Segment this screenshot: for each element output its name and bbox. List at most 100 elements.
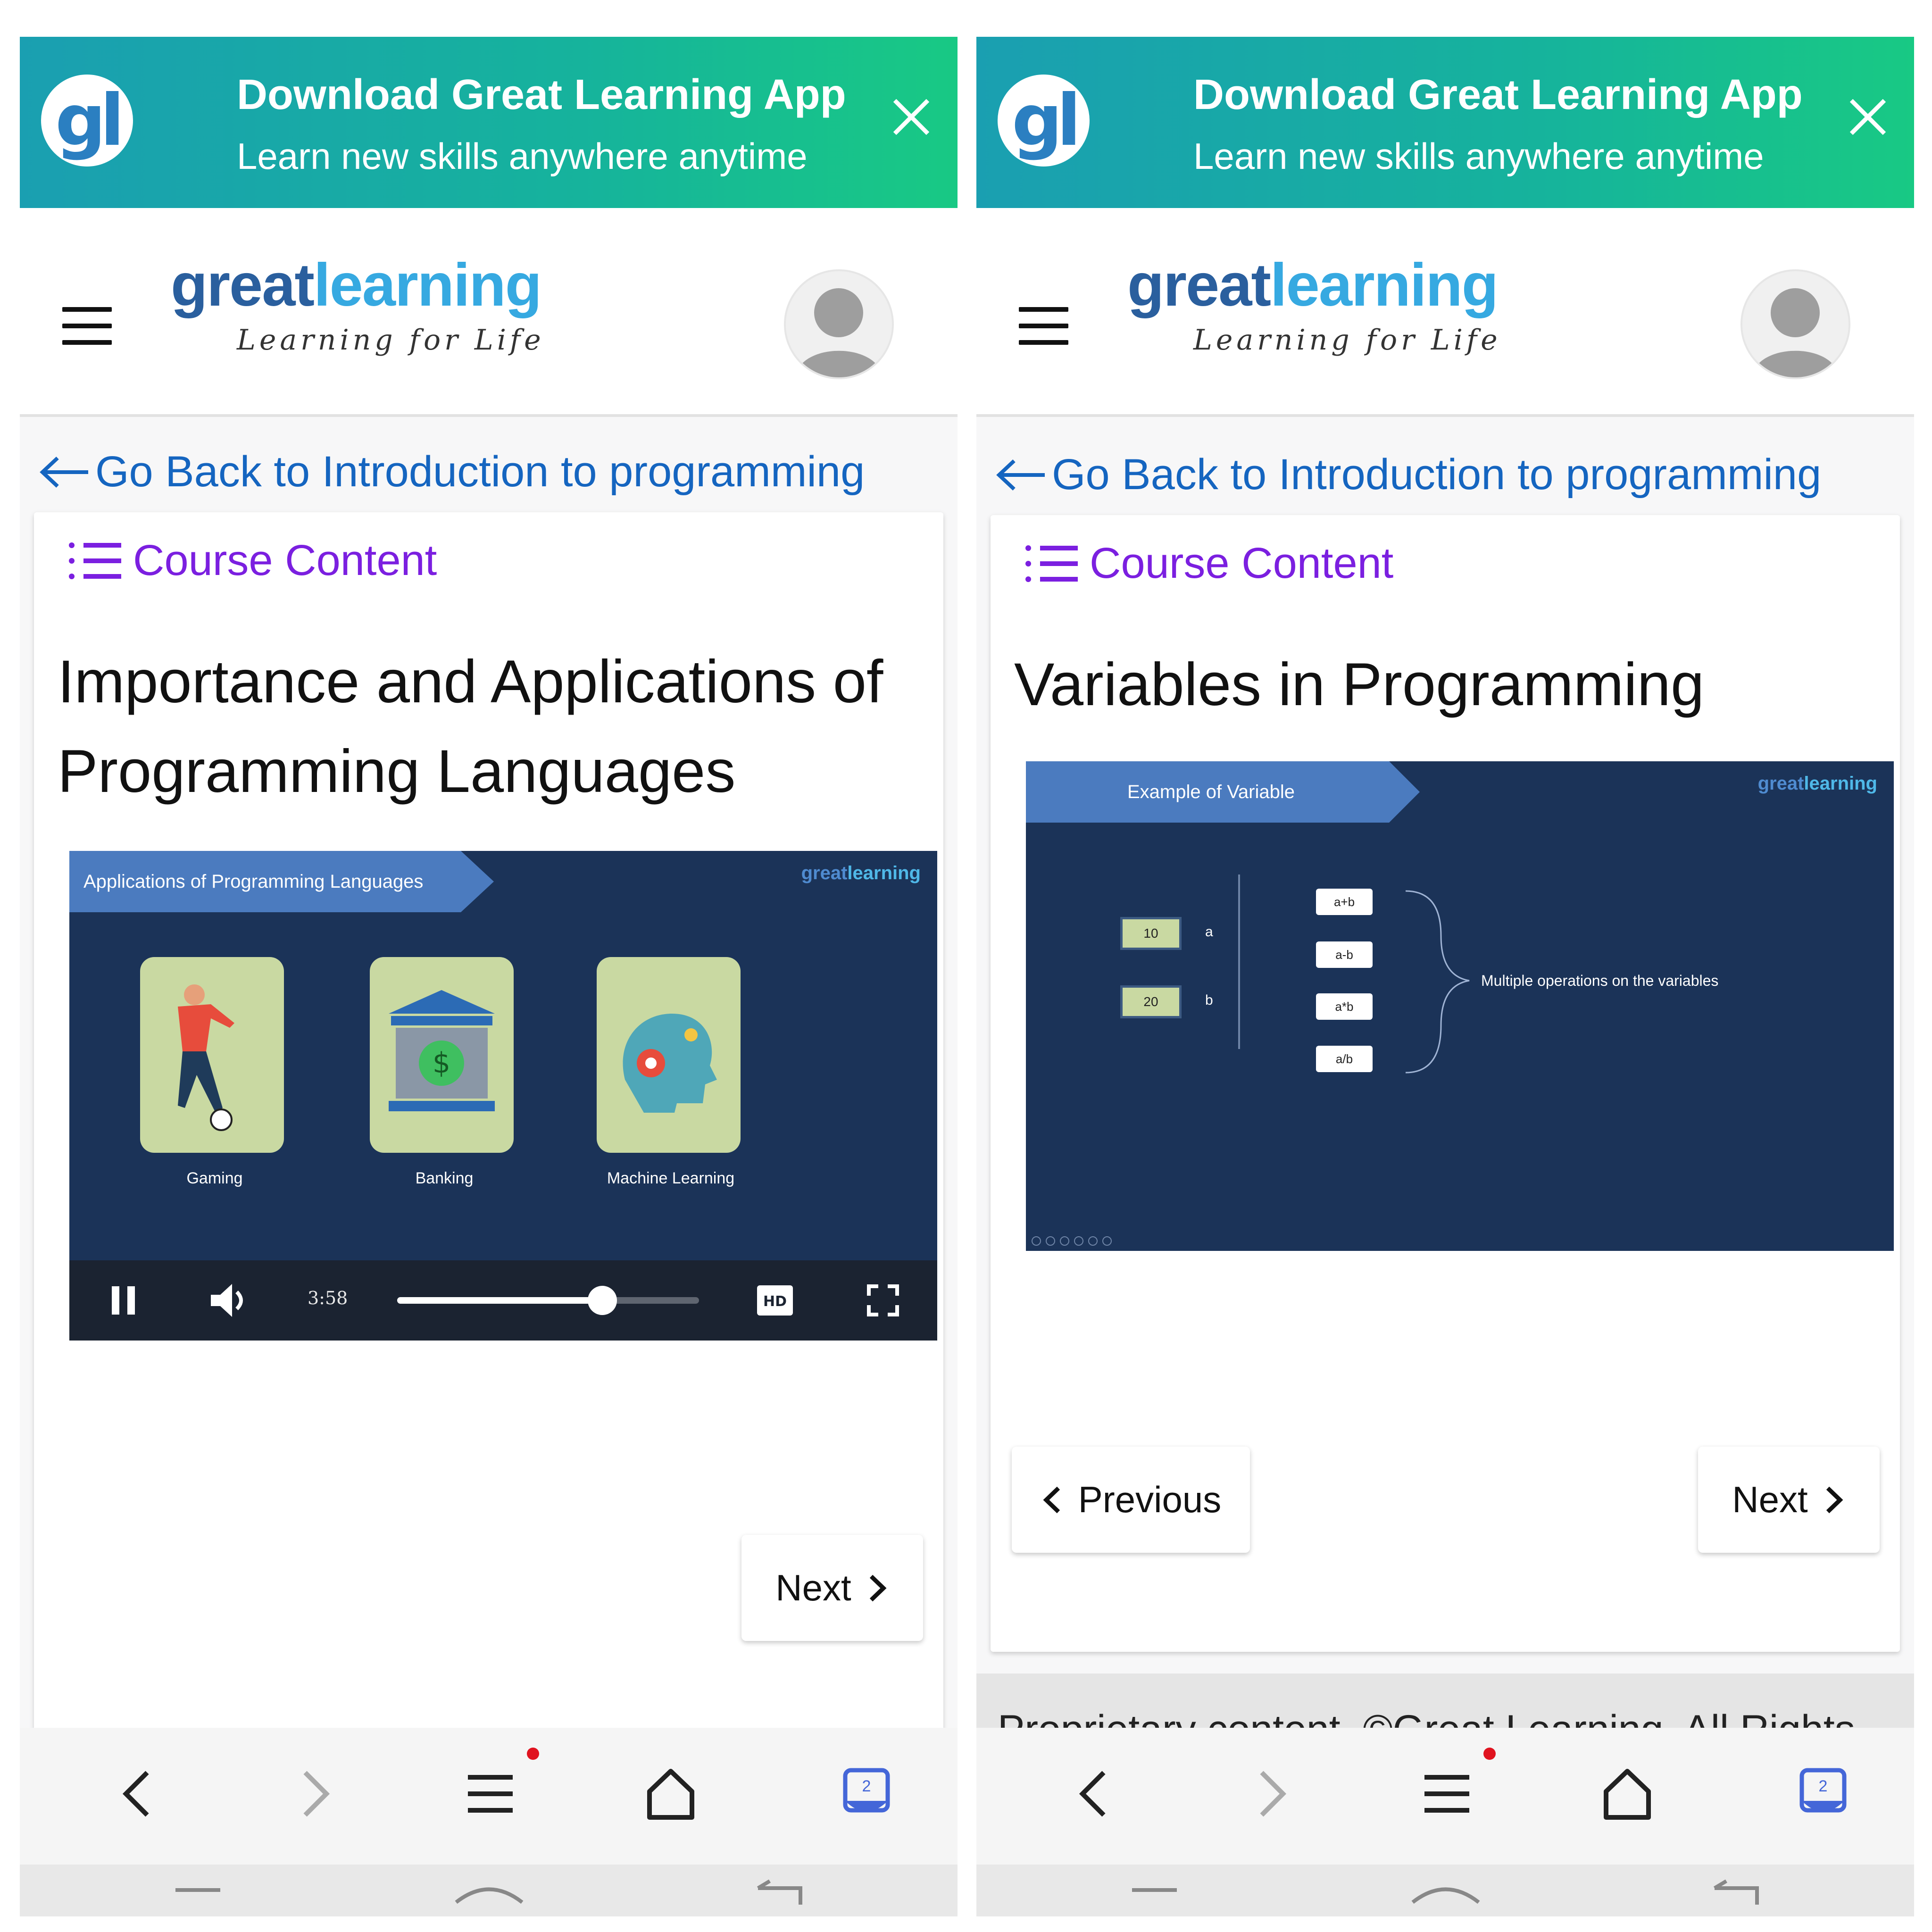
football-player-icon xyxy=(178,984,234,1131)
back-nav-icon[interactable] xyxy=(1710,1879,1766,1907)
avatar-icon xyxy=(795,288,883,377)
avatar[interactable] xyxy=(784,269,894,379)
logo-great: great xyxy=(171,251,315,319)
slide-toolbar-icons[interactable] xyxy=(1031,1235,1134,1247)
slide-banner-title: Applications of Programming Languages xyxy=(83,871,424,892)
logo-learning: learning xyxy=(1270,251,1499,319)
back-link-label: Go Back to Introduction to programming xyxy=(1052,450,1822,499)
next-button[interactable]: Next xyxy=(741,1535,923,1641)
slide-logo-great: great xyxy=(1757,773,1804,794)
slide-viewer[interactable]: Example of Variable greatlearning 10 a 2… xyxy=(1026,761,1894,1251)
next-button[interactable]: Next xyxy=(1698,1447,1880,1553)
home-icon[interactable] xyxy=(642,1765,699,1822)
player-controls: 3:58 HD xyxy=(69,1260,937,1341)
app-download-banner[interactable]: gl Download Great Learning App Learn new… xyxy=(20,37,958,208)
forward-icon[interactable] xyxy=(1248,1765,1295,1822)
system-nav-bar xyxy=(976,1865,1914,1916)
course-content-label: Course Content xyxy=(1090,539,1394,587)
arrow-left-icon xyxy=(996,459,1045,491)
seek-bar-thumb[interactable] xyxy=(588,1286,617,1315)
notification-dot xyxy=(527,1748,539,1760)
video-player[interactable]: Applications of Programming Languages gr… xyxy=(69,851,937,1341)
previous-label: Previous xyxy=(1078,1479,1222,1520)
next-label: Next xyxy=(1732,1479,1808,1520)
seek-bar[interactable] xyxy=(397,1286,699,1315)
close-icon[interactable] xyxy=(1844,93,1891,141)
hamburger-icon[interactable] xyxy=(1019,307,1068,345)
previous-button[interactable]: Previous xyxy=(1012,1447,1250,1553)
slide-logo-learning: learning xyxy=(1804,773,1877,794)
home-nav-icon[interactable] xyxy=(1410,1876,1481,1905)
notification-dot xyxy=(1483,1748,1496,1760)
gl-logo: gl xyxy=(41,75,133,167)
bank-icon: $ xyxy=(389,990,495,1111)
volume-icon[interactable] xyxy=(208,1282,251,1319)
course-content-label: Course Content xyxy=(133,536,437,584)
site-logo[interactable]: greatlearning xyxy=(171,255,542,316)
phone-screen-right: gl Download Great Learning App Learn new… xyxy=(976,37,1914,1916)
slide-logo: greatlearning xyxy=(801,863,921,884)
fullscreen-icon[interactable] xyxy=(866,1284,899,1317)
tile-label-machine-learning: Machine Learning xyxy=(607,1169,735,1187)
slide-banner-title: Example of Variable xyxy=(1127,781,1295,802)
recent-apps-icon[interactable] xyxy=(1132,1886,1179,1895)
back-link[interactable]: Go Back to Introduction to programming xyxy=(39,447,865,497)
home-nav-icon[interactable] xyxy=(454,1876,525,1905)
home-icon[interactable] xyxy=(1599,1765,1656,1822)
back-nav-icon[interactable] xyxy=(753,1879,810,1907)
gl-logo: gl xyxy=(998,75,1090,167)
operation-divide: a/b xyxy=(1316,1046,1373,1072)
logo-learning: learning xyxy=(314,251,542,319)
variable-b-value: 20 xyxy=(1120,985,1182,1018)
variable-b-name: b xyxy=(1205,992,1213,1008)
menu-icon[interactable] xyxy=(1422,1765,1474,1822)
banner-subtitle: Learn new skills anywhere anytime xyxy=(1193,135,1764,177)
avatar-icon xyxy=(1752,288,1839,377)
browser-toolbar: 2 xyxy=(20,1728,958,1865)
curly-brace xyxy=(1405,890,1470,1074)
system-nav-bar xyxy=(20,1865,958,1916)
tabs-icon[interactable]: 2 xyxy=(1797,1765,1849,1822)
site-header: greatlearning Learning for Life xyxy=(20,208,958,417)
head-gears-icon xyxy=(623,1014,717,1113)
hamburger-icon[interactable] xyxy=(62,307,112,345)
tabs-count: 2 xyxy=(1818,1777,1828,1795)
lesson-title: Variables in Programming xyxy=(1014,651,1705,718)
list-icon xyxy=(1025,545,1078,582)
logo-tagline: Learning for Life xyxy=(237,324,545,357)
operation-multiply: a*b xyxy=(1316,993,1373,1020)
tile-machine-learning xyxy=(597,957,741,1153)
app-download-banner[interactable]: gl Download Great Learning App Learn new… xyxy=(976,37,1914,208)
site-logo[interactable]: greatlearning xyxy=(1127,255,1499,316)
operations-label: Multiple operations on the variables xyxy=(1481,972,1719,989)
avatar[interactable] xyxy=(1740,269,1850,379)
tabs-icon[interactable]: 2 xyxy=(841,1765,892,1822)
variable-a-value: 10 xyxy=(1120,917,1182,950)
lesson-card: Course Content Importance and Applicatio… xyxy=(34,512,943,1739)
back-icon[interactable] xyxy=(114,1765,161,1822)
course-content-link[interactable]: Course Content xyxy=(67,536,437,585)
lesson-card: Course Content Variables in Programming … xyxy=(991,515,1900,1652)
slide-logo-great: great xyxy=(801,863,848,883)
back-link-label: Go Back to Introduction to programming xyxy=(95,448,865,496)
chevron-left-icon xyxy=(1043,1486,1060,1513)
tile-label-gaming: Gaming xyxy=(186,1169,243,1187)
menu-icon[interactable] xyxy=(466,1765,517,1822)
back-icon[interactable] xyxy=(1071,1765,1118,1822)
course-content-link[interactable]: Course Content xyxy=(1024,539,1393,588)
list-icon xyxy=(69,542,121,579)
close-icon[interactable] xyxy=(888,93,935,141)
phone-screen-left: gl Download Great Learning App Learn new… xyxy=(20,37,958,1916)
logo-great: great xyxy=(1127,251,1271,319)
seek-bar-fill xyxy=(397,1297,603,1304)
pause-icon[interactable] xyxy=(109,1284,138,1317)
forward-icon[interactable] xyxy=(291,1765,338,1822)
logo-tagline: Learning for Life xyxy=(1193,324,1501,357)
tile-banking: $ xyxy=(370,957,514,1153)
hd-icon[interactable]: HD xyxy=(756,1282,794,1319)
operation-subtract: a-b xyxy=(1316,941,1373,968)
chevron-right-icon xyxy=(869,1574,887,1601)
recent-apps-icon[interactable] xyxy=(175,1886,223,1895)
banner-title: Download Great Learning App xyxy=(1193,71,1803,118)
back-link[interactable]: Go Back to Introduction to programming xyxy=(995,450,1821,500)
